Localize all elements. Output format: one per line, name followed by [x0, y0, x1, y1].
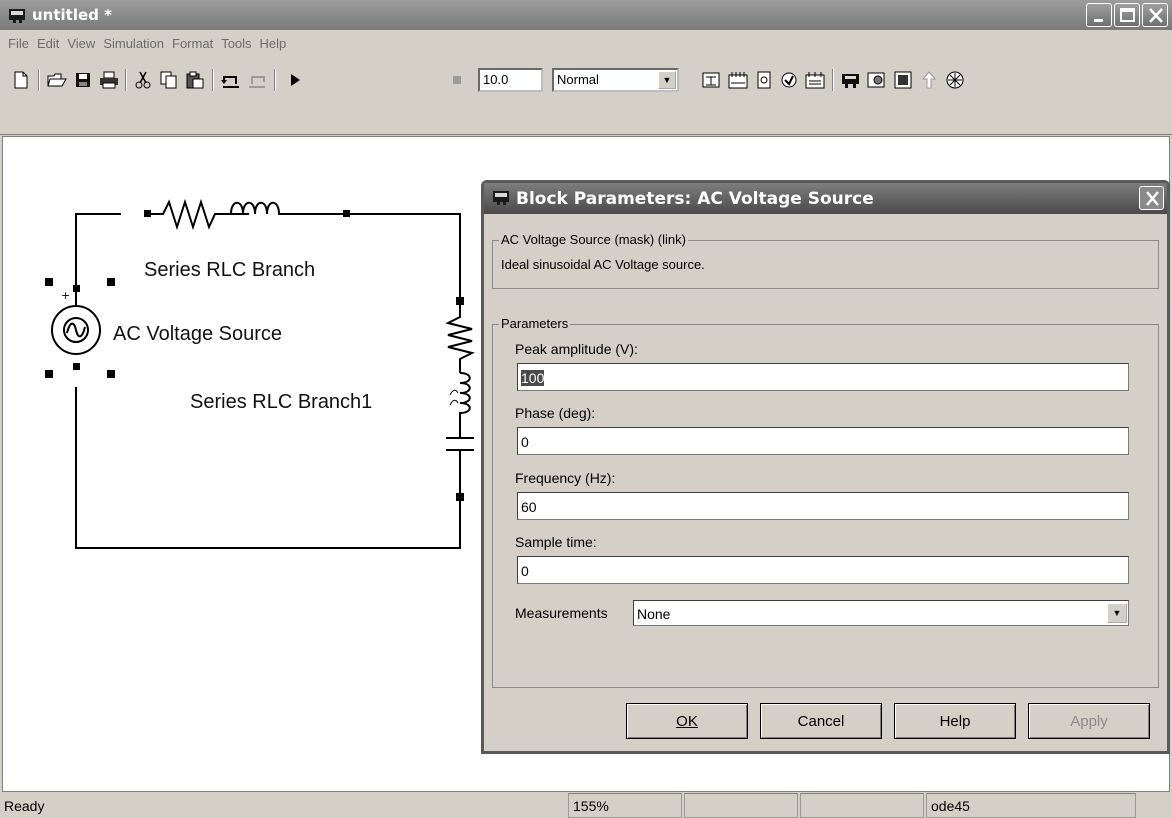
print-icon[interactable] [98, 69, 120, 91]
series-rlc-branch1-label: Series RLC Branch1 [190, 391, 373, 413]
measurements-select[interactable]: None ▼ [633, 600, 1129, 626]
ac-voltage-source-label: AC Voltage Source [113, 323, 282, 345]
status-text: Ready [4, 798, 45, 814]
ok-button[interactable]: OK [626, 703, 748, 739]
model-explorer-icon[interactable] [753, 69, 775, 91]
menu-tools[interactable]: Tools [219, 36, 257, 51]
mask-group-label: AC Voltage Source (mask) (link) [499, 232, 688, 247]
dialog-button-row: OK Cancel Help Apply [484, 703, 1167, 743]
block-description: Ideal sinusoidal AC Voltage source. [501, 257, 705, 272]
paste-icon[interactable] [184, 69, 206, 91]
new-model-icon[interactable] [10, 69, 32, 91]
ok-label: OK [676, 712, 698, 730]
parameters-group: Parameters Peak amplitude (V): 100 Phase… [492, 316, 1159, 688]
stop-simulation-icon[interactable] [446, 69, 468, 91]
dialog-title: Block Parameters: AC Voltage Source [516, 188, 874, 209]
cut-icon[interactable] [132, 69, 154, 91]
status-cell-empty-2 [800, 793, 924, 818]
series-rlc-branch-label: Series RLC Branch [144, 259, 316, 281]
toolbar: 10.0 Normal ▼ [0, 57, 1172, 135]
model-properties-icon[interactable] [892, 69, 914, 91]
close-button[interactable] [1142, 3, 1168, 27]
sample-time-input[interactable]: 0 [517, 556, 1129, 584]
measurements-label: Measurements [515, 605, 608, 621]
menu-simulation[interactable]: Simulation [101, 36, 170, 51]
frequency-input[interactable]: 60 [517, 492, 1129, 520]
open-folder-icon[interactable] [46, 69, 68, 91]
simulation-mode-value: Normal [557, 72, 599, 87]
help-label: Help [939, 712, 971, 730]
simulink-library-icon[interactable] [840, 69, 862, 91]
menu-bar: File Edit View Simulation Format Tools H… [0, 30, 1172, 57]
simulink-app-icon [8, 7, 26, 23]
save-icon[interactable] [72, 69, 94, 91]
svg-text:+: + [61, 289, 70, 302]
apply-label: Apply [1070, 712, 1108, 730]
window-title-bar: untitled * [0, 0, 1172, 30]
zoom-level: 155% [568, 793, 682, 818]
redo-icon[interactable] [246, 69, 268, 91]
menu-view[interactable]: View [65, 36, 101, 51]
cancel-button[interactable]: Cancel [760, 703, 882, 739]
status-cell-empty-1 [684, 793, 798, 818]
mask-description-group: AC Voltage Source (mask) (link) Ideal si… [492, 232, 1159, 289]
menu-edit[interactable]: Edit [35, 36, 65, 51]
undo-icon[interactable] [220, 69, 242, 91]
stop-time-input[interactable]: 10.0 [478, 68, 543, 92]
apply-button[interactable]: Apply [1028, 703, 1150, 739]
block-parameters-dialog: Block Parameters: AC Voltage Source AC V… [481, 180, 1170, 754]
ac-voltage-source-block[interactable]: + [45, 278, 115, 378]
start-simulation-icon[interactable] [284, 69, 306, 91]
phase-label: Phase (deg): [515, 405, 596, 421]
peak-amplitude-label: Peak amplitude (V): [515, 341, 638, 357]
frequency-label: Frequency (Hz): [515, 470, 616, 486]
cancel-label: Cancel [797, 712, 845, 730]
dialog-title-bar: Block Parameters: AC Voltage Source [484, 183, 1167, 214]
sample-time-label: Sample time: [515, 534, 597, 550]
model-browser-icon[interactable] [804, 69, 826, 91]
dialog-close-button[interactable] [1139, 186, 1164, 210]
toggle-icon[interactable] [944, 69, 966, 91]
status-bar: Ready 155% ode45 [0, 793, 1172, 818]
peak-amplitude-value: 100 [521, 370, 545, 386]
measurements-value: None [637, 606, 671, 622]
chevron-down-icon[interactable]: ▼ [1107, 603, 1127, 623]
menu-file[interactable]: File [6, 36, 35, 51]
menu-format[interactable]: Format [170, 36, 219, 51]
library-browser-icon[interactable] [727, 69, 749, 91]
series-rlc-branch1-block[interactable] [445, 297, 475, 501]
simulation-mode-select[interactable]: Normal ▼ [552, 68, 679, 92]
window-title: untitled * [32, 6, 112, 24]
parameters-group-label: Parameters [499, 316, 571, 331]
copy-icon[interactable] [158, 69, 180, 91]
maximize-button[interactable] [1114, 3, 1140, 27]
model-advisor-icon[interactable] [866, 69, 888, 91]
simulink-app-icon [492, 189, 510, 208]
chevron-down-icon[interactable]: ▼ [658, 71, 676, 89]
debug-icon[interactable] [778, 69, 800, 91]
peak-amplitude-input[interactable]: 100 [517, 363, 1129, 391]
phase-input[interactable]: 0 [517, 427, 1129, 455]
go-to-parent-icon[interactable] [918, 69, 940, 91]
minimize-button[interactable] [1086, 3, 1112, 27]
help-button[interactable]: Help [894, 703, 1016, 739]
build-model-icon[interactable] [700, 69, 722, 91]
menu-help[interactable]: Help [258, 36, 293, 51]
solver-name: ode45 [926, 793, 1136, 818]
